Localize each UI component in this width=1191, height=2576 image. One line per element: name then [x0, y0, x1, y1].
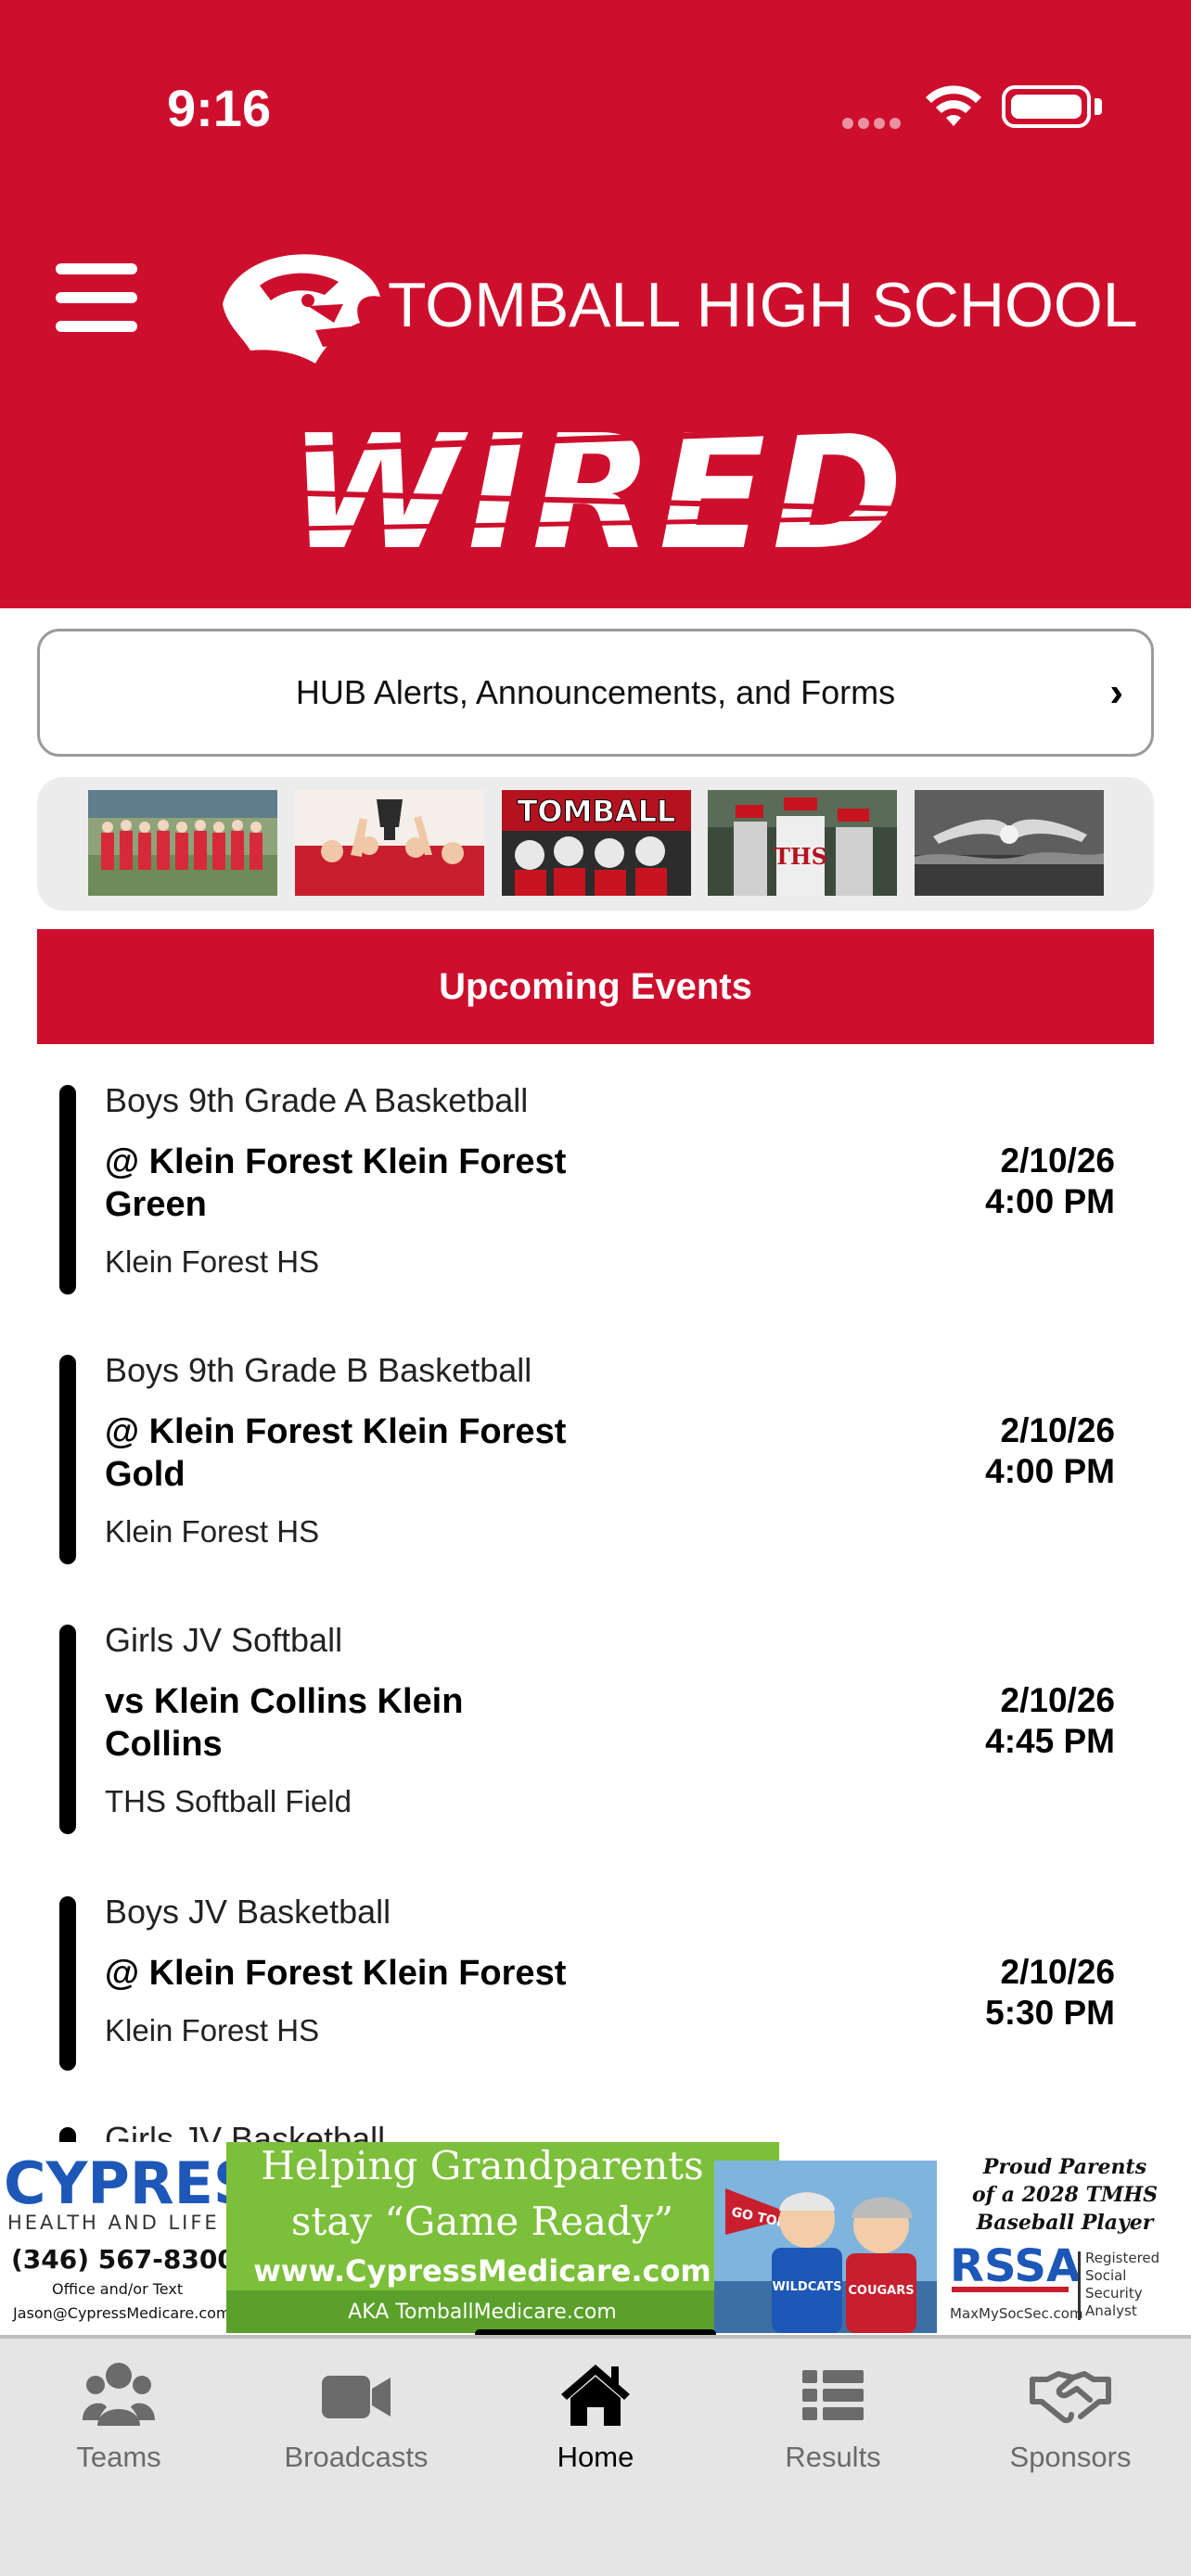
upcoming-events-title: Upcoming Events: [439, 965, 752, 1007]
ad-aka: AKA TomballMedicare.com: [348, 2301, 617, 2324]
tab-results[interactable]: Results: [714, 2361, 952, 2491]
ad-proud-2: of a 2028 TMHS: [972, 2183, 1158, 2207]
event-date: 2/10/26: [1000, 1681, 1115, 1719]
ad-rssa-sub: Registered Social Security Analyst: [1085, 2250, 1160, 2319]
cellular-signal-icon: [842, 117, 905, 134]
event-opponent: @ Klein Forest Klein Forest Green: [105, 1142, 567, 1224]
ad-website: www.CypressMedicare.com: [253, 2253, 711, 2289]
wifi-icon: [926, 85, 981, 126]
tab-teams[interactable]: Teams: [0, 2361, 237, 2491]
ad-rssa: RSSA: [950, 2240, 1081, 2292]
home-icon: [561, 2365, 630, 2426]
hub-alerts-label: HUB Alerts, Announcements, and Forms: [295, 673, 896, 711]
wired-logo: WIRED: [269, 408, 928, 575]
event-date: 2/10/26: [1000, 1953, 1115, 1991]
event-datetime: 2/10/26 4:00 PM: [985, 1141, 1115, 1222]
photo-baseball-players[interactable]: THS: [708, 790, 897, 896]
photo-carousel[interactable]: TOMBALL THS: [37, 777, 1154, 911]
photo-team-photo[interactable]: [88, 790, 277, 896]
event-location: THS Softball Field: [105, 1784, 352, 1818]
ad-shirt-1: WILDCATS: [772, 2280, 841, 2294]
tomball-photo-text: TOMBALL: [518, 794, 676, 829]
ad-headline-2: stay “Game Ready”: [291, 2199, 673, 2244]
chevron-right-icon: ›: [1109, 670, 1123, 715]
ad-proud-1: Proud Parents: [982, 2155, 1146, 2179]
hub-alerts-button[interactable]: HUB Alerts, Announcements, and Forms ›: [37, 629, 1154, 757]
event-item[interactable]: Girls JV Softball vs Klein Collins Klein…: [0, 1615, 1191, 1838]
event-sport: Girls JV Softball: [105, 1621, 343, 1659]
ad-headline-1: Helping Grandparents: [261, 2143, 703, 2188]
status-time: 9:16: [167, 79, 272, 137]
event-time: 4:00 PM: [985, 1182, 1115, 1220]
app-screen: 9:16 TOMBALL HIGH SCHOOL WIRED HUB Alert…: [0, 0, 1191, 2576]
sponsor-ad-banner[interactable]: CYPRESS HEALTH AND LIFE (346) 567-8300 O…: [0, 2142, 1191, 2333]
event-opponent: vs Klein Collins Klein Collins: [105, 1682, 464, 1764]
event-opponent: @ Klein Forest Klein Forest: [105, 1954, 567, 1993]
tab-home[interactable]: Home: [477, 2361, 714, 2491]
ad-phone: (346) 567-8300: [11, 2244, 236, 2275]
users-icon: [83, 2363, 155, 2426]
menu-bar-icon: [56, 263, 137, 274]
ad-rssa-site: MaxMySocSec.com: [950, 2305, 1083, 2322]
event-item[interactable]: Boys 9th Grade B Basketball @ Klein Fore…: [0, 1345, 1191, 1568]
ths-photo-text: THS: [774, 843, 827, 870]
event-item[interactable]: Boys 9th Grade A Basketball @ Klein Fore…: [0, 1076, 1191, 1298]
event-location: Klein Forest HS: [105, 2013, 320, 2047]
tab-label: Home: [557, 2441, 634, 2473]
list-icon: [802, 2370, 864, 2420]
event-time: 4:45 PM: [985, 1722, 1115, 1760]
ad-shirt-2: COUGARS: [848, 2284, 914, 2298]
upcoming-events-header: Upcoming Events: [37, 929, 1154, 1044]
event-opponent: @ Klein Forest Klein Forest Gold: [105, 1412, 567, 1494]
video-camera-icon: [322, 2376, 391, 2418]
battery-tip: [1095, 98, 1102, 115]
tab-label: Results: [785, 2441, 881, 2473]
event-item[interactable]: Boys JV Basketball @ Klein Forest Klein …: [0, 1885, 1191, 2071]
event-indicator-bar: [59, 1625, 76, 1834]
menu-button[interactable]: [56, 263, 139, 332]
menu-bar-icon: [56, 292, 137, 303]
tab-label: Teams: [76, 2441, 161, 2473]
tab-label: Sponsors: [1009, 2441, 1132, 2473]
school-name: TOMBALL HIGH SCHOOL: [388, 270, 1138, 340]
event-location: Klein Forest HS: [105, 1244, 320, 1279]
ad-brand-sub: HEALTH AND LIFE: [7, 2212, 220, 2234]
handshake-icon: [1030, 2371, 1111, 2424]
tab-bar: Teams Broadcasts Home Results Sponsors: [0, 2335, 1191, 2576]
photo-swimmer[interactable]: [915, 790, 1104, 896]
tab-label: Broadcasts: [284, 2441, 429, 2473]
event-sport: Boys JV Basketball: [105, 1893, 391, 1931]
event-indicator-bar: [59, 1085, 76, 1294]
event-sport: Boys 9th Grade B Basketball: [105, 1351, 532, 1389]
event-date: 2/10/26: [1000, 1411, 1115, 1449]
tab-sponsors[interactable]: Sponsors: [952, 2361, 1189, 2491]
event-item[interactable]: Girls JV Basketball: [0, 2109, 1191, 2146]
event-date: 2/10/26: [1000, 1141, 1115, 1180]
ad-proud-3: Baseball Player: [976, 2211, 1155, 2235]
event-location: Klein Forest HS: [105, 1514, 320, 1549]
event-datetime: 2/10/26 5:30 PM: [985, 1952, 1115, 2034]
event-sport: Boys 9th Grade A Basketball: [105, 1081, 529, 1119]
event-indicator-bar: [59, 1355, 76, 1564]
event-datetime: 2/10/26 4:00 PM: [985, 1410, 1115, 1492]
photo-trophy-celebration[interactable]: [295, 790, 484, 896]
event-time: 5:30 PM: [985, 1994, 1115, 2032]
ad-office-text: Office and/or Text: [52, 2280, 183, 2298]
photo-tomball-football[interactable]: TOMBALL: [502, 790, 691, 896]
menu-bar-icon: [56, 321, 137, 332]
event-indicator-bar: [59, 1896, 76, 2071]
wildcat-logo-icon: [223, 254, 380, 363]
event-datetime: 2/10/26 4:45 PM: [985, 1680, 1115, 1762]
battery-icon: [1002, 85, 1091, 128]
event-time: 4:00 PM: [985, 1452, 1115, 1490]
ad-email: Jason@CypressMedicare.com: [12, 2304, 231, 2322]
header: 9:16 TOMBALL HIGH SCHOOL WIRED: [0, 0, 1191, 608]
tab-broadcasts[interactable]: Broadcasts: [237, 2361, 475, 2491]
